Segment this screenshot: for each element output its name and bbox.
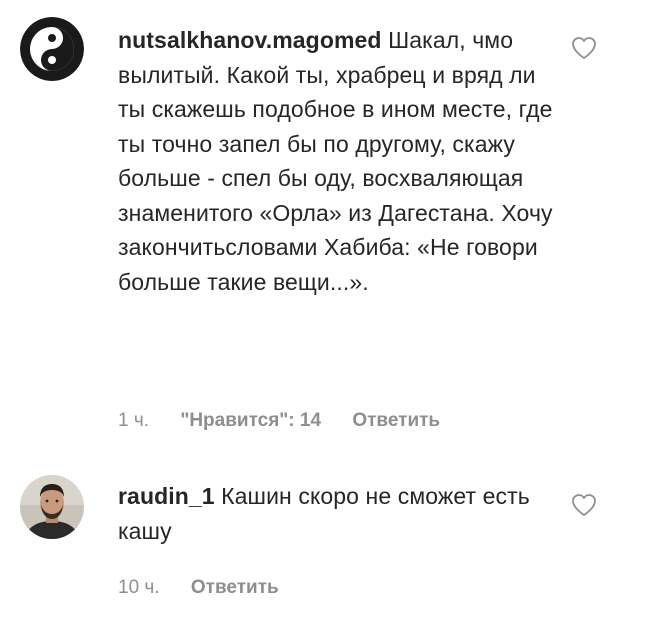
comment-username[interactable]: raudin_1: [118, 483, 215, 509]
avatar[interactable]: [20, 475, 84, 539]
user-photo: [20, 475, 84, 539]
comment-time[interactable]: 10 ч.: [118, 577, 160, 598]
comment-body: nutsalkhanov.magomed Шакал, чмо вылитый.…: [118, 23, 568, 299]
comment-time[interactable]: 1 ч.: [118, 410, 149, 431]
likes-count[interactable]: "Нравится": 14: [180, 410, 321, 431]
heart-icon[interactable]: [571, 493, 597, 517]
heart-icon[interactable]: [571, 36, 597, 60]
comment-body: raudin_1 Кашин скоро не сможет есть кашу: [118, 479, 568, 548]
comment-text: Шакал, чмо вылитый. Какой ты, храбрец и …: [118, 27, 553, 295]
comment-meta: 10 ч. Ответить: [118, 577, 305, 599]
avatar[interactable]: [20, 17, 84, 81]
reply-button[interactable]: Ответить: [352, 410, 440, 431]
reply-button[interactable]: Ответить: [191, 577, 279, 598]
comment-username[interactable]: nutsalkhanov.magomed: [118, 27, 382, 53]
comment-meta: 1 ч. "Нравится": 14 Ответить: [118, 410, 466, 432]
yin-yang-icon: [20, 17, 84, 81]
